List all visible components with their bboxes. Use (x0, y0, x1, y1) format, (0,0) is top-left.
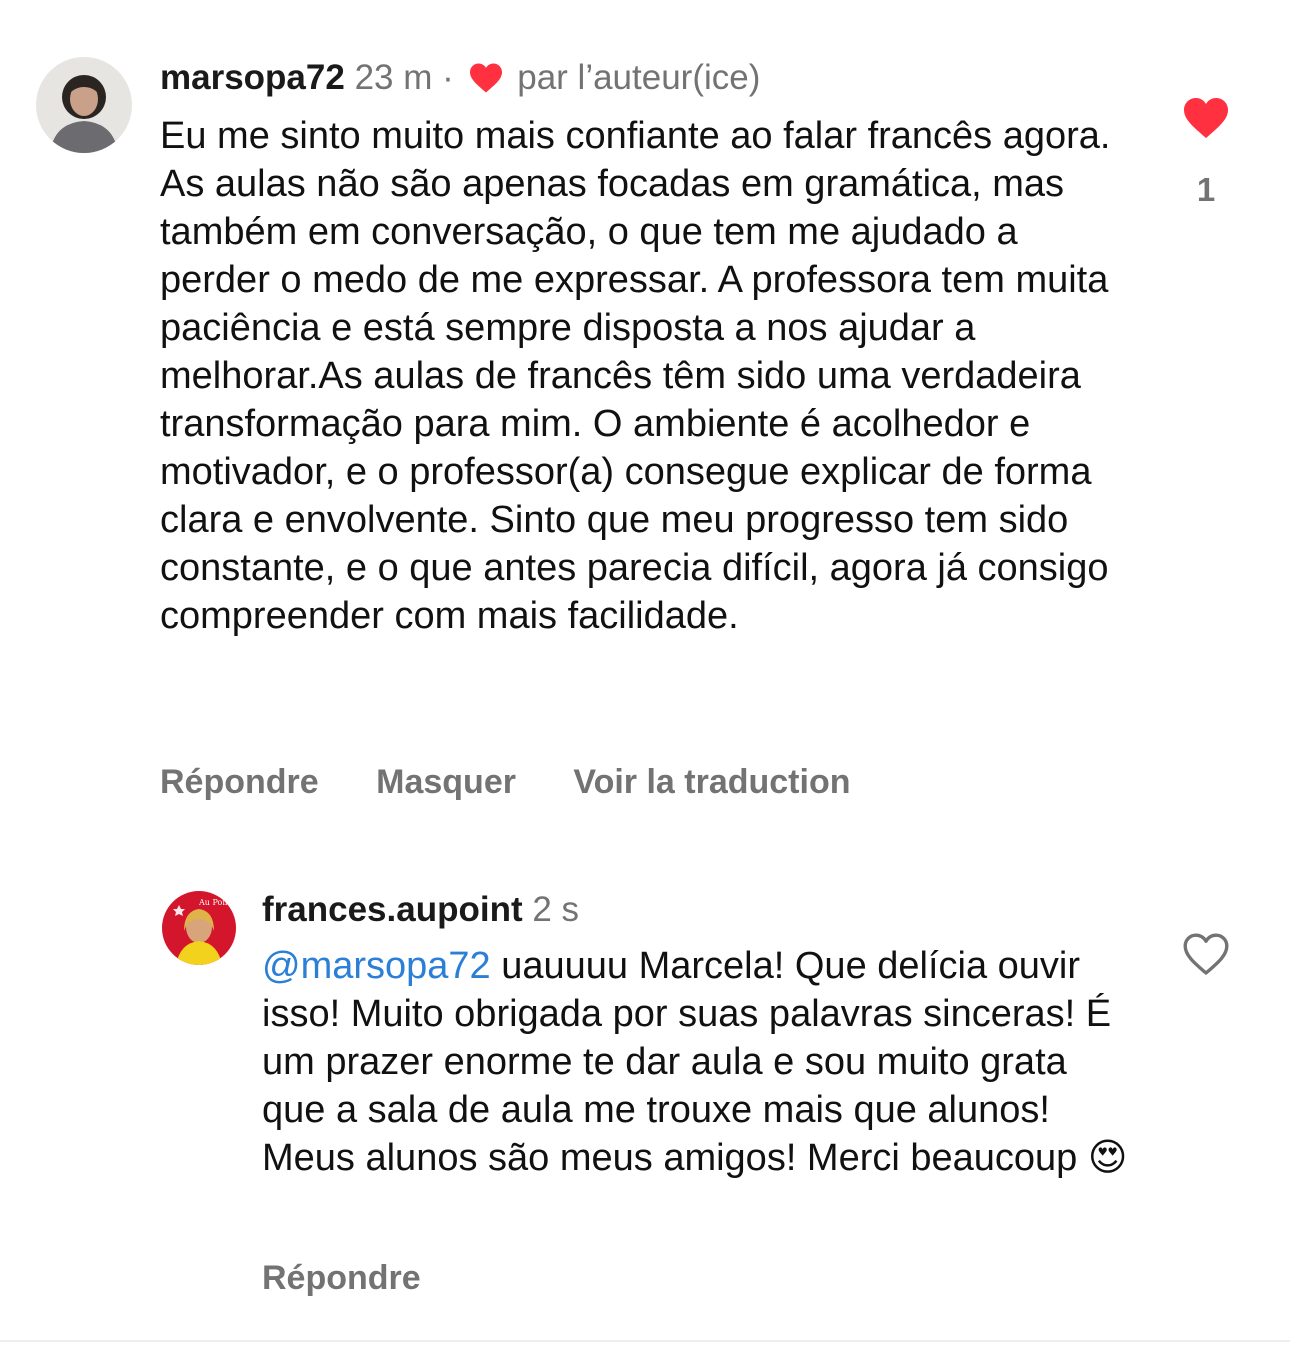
liked-heart-icon[interactable] (1182, 96, 1230, 140)
reply-text-block: @marsopa72 uauuuu Marcela! Que delícia o… (262, 942, 1132, 1182)
hide-button[interactable]: Masquer (376, 763, 516, 801)
reply-mention-link[interactable]: @marsopa72 (262, 945, 491, 987)
comment-actions: Répondre Masquer Voir la traduction (160, 760, 899, 804)
comment-header: marsopa72 23 m · par l’auteur(ice) (160, 56, 760, 100)
reply-reply-button[interactable]: Répondre (262, 1259, 421, 1297)
divider (0, 1340, 1290, 1342)
reply-header: frances.aupoint 2 s (262, 888, 579, 932)
brand-avatar-icon: Au Point (162, 891, 236, 965)
comment-text: Eu me sinto muito mais confiante ao fala… (160, 115, 1111, 637)
like-count: 1 (1196, 171, 1216, 208)
liked-by-author-heart-icon (469, 63, 502, 93)
reply-like-column (1166, 932, 1246, 981)
comment-timestamp: 23 m (354, 58, 433, 97)
comment-like-column: 1 (1166, 96, 1246, 209)
heart-outline-icon[interactable] (1182, 932, 1230, 976)
comment-username[interactable]: marsopa72 (160, 58, 345, 97)
reply-timestamp: 2 s (532, 890, 580, 929)
see-translation-button[interactable]: Voir la traduction (573, 763, 850, 801)
avatar-badge-text: Au Point (198, 898, 234, 907)
liked-by-author-label: par l’auteur(ice) (517, 58, 761, 97)
avatar-frances-aupoint[interactable]: Au Point (162, 891, 236, 965)
reply-button[interactable]: Répondre (160, 763, 319, 801)
reply-username[interactable]: frances.aupoint (262, 890, 523, 929)
avatar-photo-icon (36, 57, 132, 153)
meta-separator: · (442, 58, 454, 97)
reply-actions: Répondre (262, 1256, 469, 1300)
avatar-marsopa72[interactable] (36, 57, 132, 153)
